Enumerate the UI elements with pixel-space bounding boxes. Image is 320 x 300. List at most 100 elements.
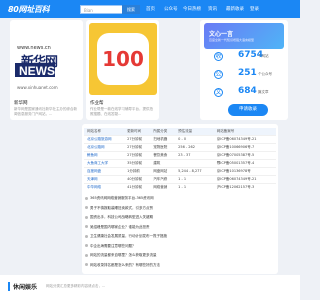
table-cell: 京ICP备06074349号-21	[213, 174, 276, 183]
xinhua-logo-icon: NEWS	[15, 63, 55, 78]
table-cell[interactable]: 鲸鱼网	[84, 150, 125, 159]
stat-site-icon: 收	[214, 52, 223, 61]
table-cell: 沪ICP备12062157号-3	[213, 182, 276, 191]
table-cell	[175, 158, 214, 167]
nav-item-new[interactable]: 最新收录	[226, 6, 244, 12]
card-desc: 新华网是国家通讯社新华社主办的综合新闻信息服务门户网站，...	[14, 107, 77, 116]
table-cell[interactable]: 百度网盘	[84, 166, 125, 175]
table-cell: 1分钟前	[124, 166, 151, 175]
xinhua-url-bottom: www.xinhuanet.com	[17, 85, 58, 90]
table-row[interactable]: 中华网络 41分钟前 网络营销 1 - 1 沪ICP备12062157号-3	[84, 182, 276, 191]
table-row[interactable]: 北京公路网 27分钟前 宠物医院 256 - 262 京ICP备10066906号-7	[84, 142, 276, 151]
zuoyebang-thumbnail: 100	[89, 23, 157, 95]
table-cell[interactable]: 中华网络	[84, 182, 125, 191]
table-row[interactable]: 百度网盘 1分钟前 网盘网站 5,244 - 8,277 京ICP备10136978号	[84, 166, 276, 175]
bullet-icon	[85, 215, 88, 219]
table-cell[interactable]: 北京公路网	[84, 142, 125, 151]
table-cell: 京ICP备10066906号-7	[213, 142, 276, 151]
table-cell: 1 - 1	[175, 174, 214, 183]
article-title[interactable]: 卫生健康社会发展质量，行动计划发布一揽子措施	[90, 234, 167, 238]
table-cell[interactable]: 大鱼商工大学	[84, 158, 125, 167]
table-cell: 41分钟前	[124, 182, 151, 191]
table-cell: 35分钟前	[124, 158, 151, 167]
stat-article-label: 篇文章	[258, 90, 269, 94]
bullet-icon	[85, 263, 88, 266]
article-title[interactable]: 网站的流量都来自哪里？怎么获取更多流量	[90, 253, 157, 257]
article-title[interactable]: 365资讯网网络营销服务平台-365资讯网	[90, 196, 154, 200]
table-cell: 40分钟前	[124, 174, 151, 183]
table-header-cell: 所属分类	[150, 128, 176, 135]
table-header: 网站名称 更新时间 所属分类 预估流量 网站备案号	[84, 128, 276, 135]
bullet-icon	[85, 244, 88, 247]
list-item[interactable]: 吴绍峰是国内哪家企业？谁能为此担责	[85, 225, 150, 230]
article-title[interactable]: 中企出海需要注意哪些问题？	[90, 244, 136, 248]
stat-article-count: 684	[238, 86, 257, 96]
table-cell[interactable]: 北京公路旅游网	[84, 134, 125, 143]
list-item[interactable]: 国资出手，科技公司战略转型进入关键期	[85, 215, 153, 220]
table-cell: 鄂ICP备05001357号-4	[213, 158, 276, 167]
section-subtitle: 网站分类汇总更多精彩内容请点击，...	[46, 284, 106, 288]
bullet-icon	[85, 206, 88, 209]
list-item[interactable]: 男子不慎报取装睡狂卖款式，引多方点赞	[85, 206, 153, 211]
promo-sub: 百度全新一代知识增强大语言模型	[209, 38, 255, 42]
stat-wechat-count: 251	[238, 68, 257, 78]
section-title[interactable]: 休闲娱乐	[13, 282, 37, 291]
table-cell: 1 - 1	[175, 182, 214, 191]
search-button[interactable]: 搜索	[122, 5, 140, 14]
table-cell[interactable]: 天津网	[84, 174, 125, 183]
top-navbar: 80网址百科 Bian 搜索 首页 公众号 今日热榜 资讯 最新收录 登录	[0, 0, 300, 18]
nav-item-login[interactable]: 登录	[250, 6, 259, 12]
article-title[interactable]: 吴绍峰是国内哪家企业？谁能为此担责	[90, 225, 150, 229]
table-cell: 网络营销	[150, 182, 176, 191]
table-cell: 27分钟前	[124, 134, 151, 143]
promo-title: 文心一言	[209, 31, 234, 38]
list-item[interactable]: 中企出海需要注意哪些问题？	[85, 244, 136, 249]
svg-text:NEWS: NEWS	[19, 64, 55, 78]
article-title[interactable]: 国资出手，科技公司战略转型进入关键期	[90, 215, 153, 219]
table-body: 北京公路旅游网 27分钟前 扫地机器 0 - 0 京ICP备06074349号-21 北京…	[84, 134, 276, 191]
promo-banner[interactable]: 文心一言 百度全新一代知识增强大语言模型	[204, 23, 284, 49]
table-header-cell: 更新时间	[124, 128, 151, 135]
article-title[interactable]: 网站收录排名都是怎么来的？有哪些好的方法	[90, 263, 160, 267]
stat-wechat-label: 个公众号	[258, 72, 272, 76]
table-row[interactable]: 天津网 40分钟前 汽车汽修 1 - 1 京ICP备06074349号-21	[84, 174, 276, 183]
list-item[interactable]: 365资讯网网络营销服务平台-365资讯网	[85, 196, 154, 201]
table-cell: 256 - 262	[175, 142, 214, 151]
nav-item-home[interactable]: 首页	[146, 6, 155, 12]
leisure-section: 休闲娱乐 网站分类汇总更多精彩内容请点击，...	[0, 275, 300, 300]
table-row[interactable]: 北京公路旅游网 27分钟前 扫地机器 0 - 0 京ICP备06074349号-21	[84, 134, 276, 143]
table-row[interactable]: 大鱼商工大学 35分钟前 建筑 鄂ICP备05001357号-4	[84, 158, 276, 167]
table-cell: 网盘网站	[150, 166, 176, 175]
table-cell: 27分钟前	[124, 150, 151, 159]
nav-item-wechat[interactable]: 公众号	[164, 6, 178, 12]
list-item[interactable]: 网站收录排名都是怎么来的？有哪些好的方法	[85, 263, 160, 268]
table-cell: 23 - 37	[175, 150, 214, 159]
nav-item-news[interactable]: 资讯	[208, 6, 217, 12]
zuoyebang-badge: 100	[97, 33, 149, 85]
table-cell: 27分钟前	[124, 142, 151, 151]
table-row[interactable]: 鲸鱼网 27分钟前 餐饮美食 23 - 37 京ICP备07005387号-5	[84, 150, 276, 159]
bullet-icon	[85, 225, 88, 228]
apply-listing-button[interactable]: 申请收录	[228, 104, 268, 116]
list-item[interactable]: 卫生健康社会发展质量，行动计划发布一揽子措施	[85, 234, 167, 239]
table-cell: 建筑	[150, 158, 176, 167]
table-header-cell: 网站名称	[84, 128, 125, 135]
table-header-cell: 网站备案号	[213, 128, 276, 135]
bullet-icon	[85, 196, 88, 200]
table-cell: 京ICP备10136978号	[213, 166, 276, 175]
table-cell: 餐饮美食	[150, 150, 176, 159]
featured-card-xinhua[interactable]: www.news.cn 新华网 NEWS www.xinhuanet.com 新…	[10, 20, 83, 120]
table-cell: 京ICP备07005387号-5	[213, 150, 276, 159]
table-header-cell: 预估流量	[175, 128, 214, 135]
list-item[interactable]: 网站的流量都来自哪里？怎么获取更多流量	[85, 253, 157, 258]
xinhua-thumbnail: www.news.cn 新华网 NEWS www.xinhuanet.com	[13, 23, 81, 95]
table-cell: 0 - 0	[175, 134, 214, 143]
card-title[interactable]: 作业帮	[90, 100, 104, 106]
site-logo[interactable]: 80网址百科	[8, 4, 50, 15]
nav-item-hot[interactable]: 今日热榜	[183, 6, 201, 12]
card-title[interactable]: 新华网	[14, 100, 28, 106]
article-title[interactable]: 男子不慎报取装睡狂卖款式，引多方点赞	[90, 206, 153, 210]
table-cell: 5,244 - 8,277	[175, 166, 214, 175]
featured-card-zuoyebang[interactable]: 100 作业帮 作业帮是一款在线学习辅导平台，提供拍照搜题、在线答疑...	[86, 20, 159, 120]
card-desc: 作业帮是一款在线学习辅导平台，提供拍照搜题、在线答疑...	[90, 107, 153, 116]
